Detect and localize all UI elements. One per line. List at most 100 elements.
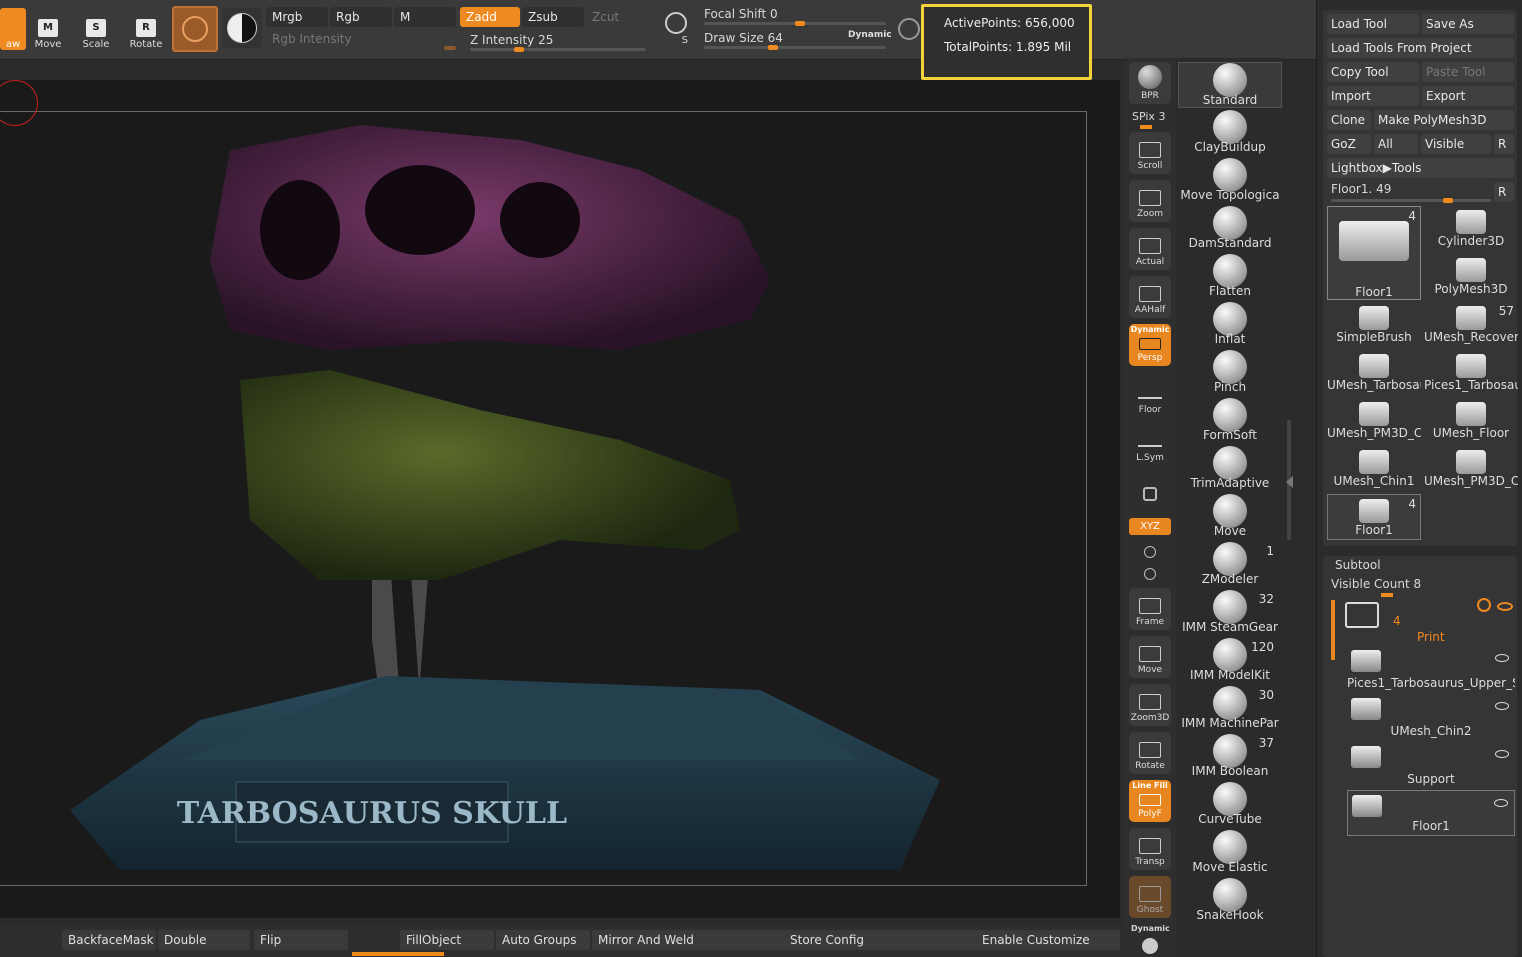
- subtool-row[interactable]: Pices1_Tarbosaurus_Upper_Sk: [1347, 646, 1515, 692]
- draw-button[interactable]: aw: [0, 8, 26, 50]
- export-button[interactable]: Export: [1422, 86, 1514, 106]
- current-tool-track[interactable]: [1331, 198, 1491, 203]
- tool-thumbnail[interactable]: Floor1 4: [1327, 494, 1421, 540]
- load-tool-button[interactable]: Load Tool: [1327, 14, 1419, 34]
- brush-item[interactable]: Inflat: [1178, 302, 1282, 348]
- polyf-button[interactable]: Line Fill PolyF: [1129, 780, 1171, 822]
- floor-button[interactable]: Floor: [1129, 376, 1171, 418]
- brush-item[interactable]: DamStandard: [1178, 206, 1282, 252]
- texture-swatch[interactable]: [222, 8, 262, 48]
- auto-groups-button[interactable]: Auto Groups: [496, 930, 590, 950]
- folder-eye-icon[interactable]: [1497, 602, 1513, 611]
- subtool-visibility-icon[interactable]: [1495, 702, 1509, 710]
- rgb-intensity-knob[interactable]: [444, 46, 456, 50]
- dynamic-toggle[interactable]: Dynamic: [848, 30, 892, 40]
- brush-item[interactable]: SnakeHook: [1178, 878, 1282, 924]
- visible-count-knob[interactable]: [1381, 593, 1393, 597]
- draw-size-track[interactable]: [704, 45, 886, 50]
- brush-item[interactable]: IMM SteamGear 32: [1178, 590, 1282, 636]
- subtool-visibility-icon[interactable]: [1494, 799, 1508, 807]
- current-tool-slider[interactable]: Floor1. 49: [1331, 182, 1391, 196]
- rotate-view-button[interactable]: Rotate: [1129, 732, 1171, 774]
- import-button[interactable]: Import: [1327, 86, 1419, 106]
- current-tool-r-button[interactable]: R: [1494, 182, 1514, 202]
- folder-gear-icon[interactable]: [1477, 598, 1491, 612]
- ghost-button[interactable]: Ghost: [1129, 876, 1171, 918]
- subtool-visibility-icon[interactable]: [1495, 750, 1509, 758]
- save-as-button[interactable]: Save As: [1422, 14, 1514, 34]
- zcut-toggle[interactable]: Zcut: [586, 7, 646, 27]
- bottom-slider-knob[interactable]: [352, 952, 444, 956]
- brush-item[interactable]: IMM Boolean 37: [1178, 734, 1282, 780]
- focal-shift-track[interactable]: [704, 21, 886, 26]
- brush-item[interactable]: Move Elastic: [1178, 830, 1282, 876]
- lightbox-tools-button[interactable]: Lightbox▶Tools: [1327, 158, 1514, 178]
- rotate-y-icon[interactable]: [1144, 546, 1156, 558]
- goz-visible-button[interactable]: Visible: [1421, 134, 1491, 154]
- brush-item[interactable]: ClayBuildup: [1178, 110, 1282, 156]
- mirror-weld-button[interactable]: Mirror And Weld: [592, 930, 784, 950]
- move-view-button[interactable]: Move: [1129, 636, 1171, 678]
- solo-icon[interactable]: [1142, 938, 1158, 954]
- transp-button[interactable]: Transp: [1129, 828, 1171, 870]
- tool-thumbnail[interactable]: Floor1 4: [1327, 206, 1421, 300]
- spix-knob[interactable]: [1140, 125, 1152, 129]
- frame-button[interactable]: Frame: [1129, 588, 1171, 630]
- xyz-button[interactable]: XYZ: [1129, 518, 1171, 535]
- subtool-row[interactable]: Floor1: [1347, 790, 1515, 836]
- z-intensity-knob[interactable]: [514, 47, 524, 52]
- goz-button[interactable]: GoZ: [1327, 134, 1371, 154]
- spix-slider[interactable]: SPix 3: [1132, 110, 1165, 123]
- lock-button[interactable]: [1129, 470, 1171, 512]
- brush-item[interactable]: Move Topologica: [1178, 158, 1282, 204]
- focal-shift-knob[interactable]: [795, 21, 805, 26]
- brush-item[interactable]: Flatten: [1178, 254, 1282, 300]
- brush-item[interactable]: Pinch: [1178, 350, 1282, 396]
- rgb-intensity-slider[interactable]: Rgb Intensity: [266, 29, 458, 49]
- brush-item[interactable]: IMM ModelKit 120: [1178, 638, 1282, 684]
- tool-thumbnail[interactable]: UMesh_Recovere 57: [1424, 302, 1518, 348]
- subtool-visibility-icon[interactable]: [1495, 654, 1509, 662]
- clone-button[interactable]: Clone: [1327, 110, 1371, 130]
- brush-item[interactable]: Standard: [1178, 62, 1282, 108]
- brush-item[interactable]: FormSoft: [1178, 398, 1282, 444]
- rgb-toggle[interactable]: Rgb: [330, 7, 392, 27]
- tool-thumbnail[interactable]: UMesh_PM3D_C: [1327, 398, 1421, 444]
- tool-thumbnail[interactable]: UMesh_Tarbosau: [1327, 350, 1421, 396]
- bpr-button[interactable]: BPR: [1129, 62, 1171, 104]
- zoom3d-button[interactable]: Zoom3D: [1129, 684, 1171, 726]
- subtool-row[interactable]: UMesh_Chin2: [1347, 694, 1515, 740]
- zadd-toggle[interactable]: Zadd: [460, 7, 520, 27]
- persp-button[interactable]: Dynamic Persp: [1129, 324, 1171, 366]
- fillobject-button[interactable]: FillObject: [400, 930, 494, 950]
- goz-all-button[interactable]: All: [1374, 134, 1418, 154]
- mrgb-toggle[interactable]: Mrgb: [266, 7, 328, 27]
- m-toggle[interactable]: M: [394, 7, 456, 27]
- draw-size-knob[interactable]: [767, 45, 778, 50]
- brush-item[interactable]: CurveTube: [1178, 782, 1282, 828]
- lsym-button[interactable]: L.Sym: [1129, 424, 1171, 466]
- alpha-icon[interactable]: [898, 18, 920, 40]
- rotate-z-icon[interactable]: [1144, 568, 1156, 580]
- tool-thumbnail[interactable]: Cylinder3D: [1424, 206, 1518, 252]
- brush-item[interactable]: ZModeler 1: [1178, 542, 1282, 588]
- visible-count-slider[interactable]: Visible Count 8: [1331, 577, 1421, 591]
- tool-thumbnail[interactable]: UMesh_PM3D_C: [1424, 446, 1518, 492]
- move-button[interactable]: M Move: [26, 6, 70, 50]
- brush-item[interactable]: IMM MachinePar 30: [1178, 686, 1282, 732]
- collapse-arrow-icon[interactable]: [1286, 476, 1293, 488]
- tool-thumbnail[interactable]: UMesh_Floor: [1424, 398, 1518, 444]
- material-swatch[interactable]: [172, 6, 218, 52]
- aahalf-button[interactable]: AAHalf: [1129, 276, 1171, 318]
- load-from-project-button[interactable]: Load Tools From Project: [1327, 38, 1514, 58]
- tool-thumbnail[interactable]: UMesh_Chin1: [1327, 446, 1421, 492]
- folder-icon[interactable]: [1345, 602, 1379, 628]
- store-config-button[interactable]: Store Config: [784, 930, 976, 950]
- tool-thumbnail[interactable]: Pices1_Tarbosau: [1424, 350, 1518, 396]
- enable-customize-button[interactable]: Enable Customize: [976, 930, 1120, 950]
- brush-item[interactable]: Move: [1178, 494, 1282, 540]
- scroll-button[interactable]: Scroll: [1129, 132, 1171, 174]
- flip-button[interactable]: Flip: [254, 930, 348, 950]
- double-toggle[interactable]: Double: [158, 930, 250, 950]
- brush-item[interactable]: TrimAdaptive: [1178, 446, 1282, 492]
